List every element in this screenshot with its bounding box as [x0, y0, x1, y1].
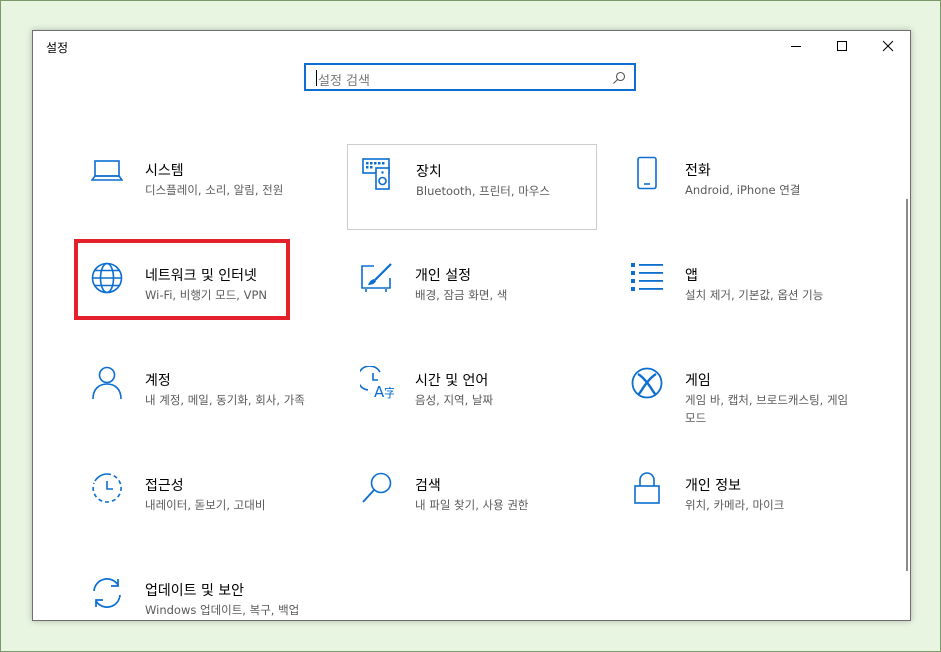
tile-title: 장치 [416, 164, 442, 180]
scrollbar[interactable] [906, 199, 908, 571]
lock-icon [629, 471, 665, 507]
search-input[interactable]: 설정 검색 [304, 63, 636, 91]
text-caret [316, 70, 317, 86]
time-language-icon: A字 [359, 366, 395, 402]
tile-title: 앱 [685, 268, 698, 284]
tile-title: 개인 설정 [415, 268, 471, 284]
minimize-button[interactable] [773, 31, 819, 61]
tile-system[interactable]: 시스템 디스플레이, 소리, 알림, 전원 [77, 144, 327, 230]
phone-icon [629, 156, 665, 192]
maximize-button[interactable] [819, 31, 865, 61]
tile-title: 개인 정보 [685, 478, 741, 494]
tile-devices[interactable]: 장치 Bluetooth, 프린터, 마우스 [347, 144, 597, 230]
tile-phone[interactable]: 전화 Android, iPhone 연결 [617, 144, 867, 230]
tile-accounts[interactable]: 계정 내 계정, 메일, 동기화, 회사, 가족 [77, 354, 327, 440]
tile-subtitle: Android, iPhone 연결 [685, 183, 801, 197]
minimize-icon [791, 46, 801, 47]
settings-window: 설정 설정 검색 시스템 디스플레이, 소리, 알림, 전원 장치 Blueto… [32, 30, 911, 621]
tile-search[interactable]: 검색 내 파일 찾기, 사용 권한 [347, 459, 597, 545]
personalization-icon [359, 261, 395, 297]
tile-subtitle: 내 계정, 메일, 동기화, 회사, 가족 [145, 393, 305, 407]
tile-title: 계정 [145, 373, 171, 389]
search-icon [359, 471, 395, 507]
title-bar: 설정 [33, 31, 910, 61]
tile-subtitle: 배경, 잠금 화면, 색 [415, 288, 508, 302]
tile-time-language[interactable]: A字 시간 및 언어 음성, 지역, 날짜 [347, 354, 597, 440]
tile-subtitle: 위치, 카메라, 마이크 [685, 498, 785, 512]
sync-icon [89, 576, 125, 612]
tile-subtitle: 내레이터, 돋보기, 고대비 [145, 498, 266, 512]
tile-personalization[interactable]: 개인 설정 배경, 잠금 화면, 색 [347, 249, 597, 335]
tile-title: 게임 [685, 373, 711, 389]
tile-title: 시간 및 언어 [415, 373, 489, 389]
tile-subtitle: 음성, 지역, 날짜 [415, 393, 494, 407]
xbox-icon [629, 366, 665, 402]
accessibility-icon [89, 471, 125, 507]
tile-subtitle: Windows 업데이트, 복구, 백업 [145, 603, 300, 617]
tile-subtitle: 설치 제거, 기본값, 옵션 기능 [685, 288, 824, 302]
search-placeholder: 설정 검색 [318, 74, 370, 89]
tile-privacy[interactable]: 개인 정보 위치, 카메라, 마이크 [617, 459, 867, 545]
tile-update-security[interactable]: 업데이트 및 보안 Windows 업데이트, 복구, 백업 [77, 564, 327, 650]
magnifier-icon [613, 71, 626, 84]
tile-apps[interactable]: 앱 설치 제거, 기본값, 옵션 기능 [617, 249, 867, 335]
tile-title: 전화 [685, 163, 711, 179]
tile-accessibility[interactable]: 접근성 내레이터, 돋보기, 고대비 [77, 459, 327, 545]
devices-icon [360, 157, 396, 193]
maximize-icon [837, 41, 847, 51]
close-icon [882, 40, 894, 52]
tile-title: 검색 [415, 478, 441, 494]
tile-subtitle: 디스플레이, 소리, 알림, 전원 [145, 183, 284, 197]
highlight-annotation [74, 239, 290, 320]
tile-title: 시스템 [145, 163, 184, 179]
tile-gaming[interactable]: 게임 게임 바, 캡처, 브로드캐스팅, 게임 모드 [617, 354, 867, 440]
tile-subtitle: Bluetooth, 프린터, 마우스 [416, 184, 550, 198]
tile-title: 접근성 [145, 478, 184, 494]
tile-subtitle: 게임 바, 캡처, 브로드캐스팅, 게임 모드 [685, 393, 849, 425]
apps-icon [629, 261, 665, 297]
svg-text:字: 字 [384, 385, 394, 400]
close-button[interactable] [865, 31, 911, 61]
person-icon [89, 366, 125, 402]
laptop-icon [89, 156, 125, 192]
tile-title: 업데이트 및 보안 [145, 583, 245, 599]
window-title: 설정 [46, 41, 69, 55]
tile-subtitle: 내 파일 찾기, 사용 권한 [415, 498, 529, 512]
